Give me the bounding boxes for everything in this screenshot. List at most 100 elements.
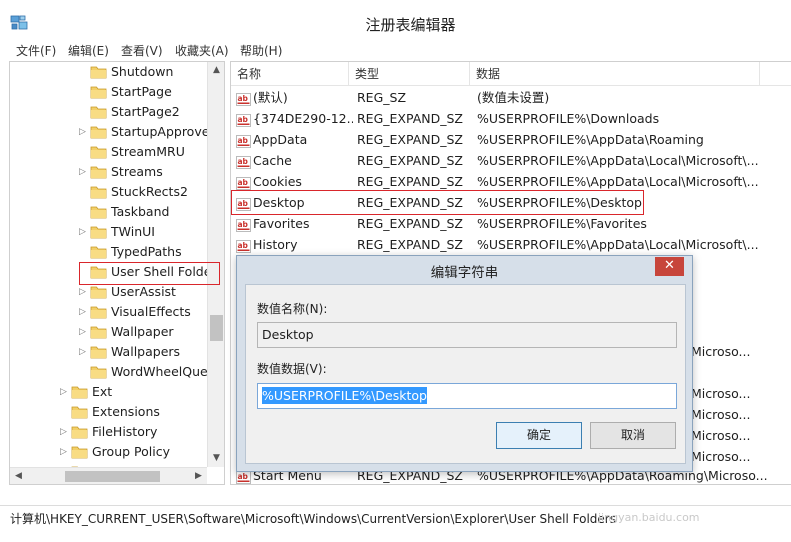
value-data-input[interactable]: %USERPROFILE%\Desktop [257, 383, 677, 409]
folder-icon [90, 85, 107, 99]
value-type: REG_EXPAND_SZ [357, 153, 463, 168]
edit-string-dialog: 编辑字符串 ✕ 数值名称(N): Desktop 数值数据(V): %USERP… [236, 255, 693, 472]
folder-icon [90, 65, 107, 79]
tree-item-label: StartupApproved [111, 124, 218, 139]
menu-view[interactable]: 查看(V) [121, 42, 163, 59]
value-type: REG_SZ [357, 90, 407, 105]
list-row[interactable]: ab (默认) REG_SZ (数值未设置) [231, 87, 791, 108]
scroll-thumb[interactable] [65, 471, 160, 482]
scroll-thumb[interactable] [210, 315, 223, 341]
string-value-icon: ab [236, 133, 251, 148]
cancel-button[interactable]: 取消 [590, 422, 676, 449]
title-bar: 注册表编辑器 [0, 0, 791, 40]
list-row-fragment: ,Microso... [687, 386, 751, 401]
list-row-fragment: ,Microso... [687, 428, 751, 443]
value-name: Favorites [253, 216, 310, 231]
tree-item-label: Group Policy [92, 444, 170, 459]
value-type: REG_EXPAND_SZ [357, 174, 463, 189]
ok-button[interactable]: 确定 [496, 422, 582, 449]
tree-item-label: VisualEffects [111, 304, 191, 319]
expand-arrow-icon[interactable]: ▷ [79, 302, 89, 322]
folder-icon [90, 245, 107, 259]
menu-help[interactable]: 帮助(H) [240, 42, 282, 59]
expand-arrow-icon[interactable]: ▷ [79, 162, 89, 182]
string-value-icon: ab [236, 217, 251, 232]
folder-icon [90, 125, 107, 139]
value-data-label: 数值数据(V): [257, 362, 327, 376]
list-row[interactable]: ab Cache REG_EXPAND_SZ %USERPROFILE%\AppDat… [231, 150, 791, 171]
svg-text:ab: ab [238, 178, 249, 187]
list-row[interactable]: ab Cookies REG_EXPAND_SZ %USERPROFILE%\AppD… [231, 171, 791, 192]
list-row-fragment: ,Microso... [687, 449, 751, 464]
close-icon[interactable]: ✕ [655, 257, 684, 276]
string-value-icon: ab [236, 238, 251, 253]
scroll-right-icon[interactable]: ▶ [190, 468, 207, 484]
tree-item-label: UserAssist [111, 284, 176, 299]
expand-arrow-icon[interactable]: ▷ [60, 422, 70, 442]
folder-icon [90, 345, 107, 359]
expand-arrow-icon[interactable]: ▷ [60, 442, 70, 462]
folder-icon [90, 185, 107, 199]
list-row[interactable]: ab History REG_EXPAND_SZ %USERPROFILE%\AppD… [231, 234, 791, 255]
column-type[interactable]: 类型 [349, 62, 470, 86]
tree-horizontal-scrollbar[interactable]: ◀ ▶ [10, 467, 207, 484]
value-data: %USERPROFILE%\AppData\Local\Microsoft\..… [477, 174, 759, 189]
dialog-body: 数值名称(N): Desktop 数值数据(V): %USERPROFILE%\… [245, 284, 686, 464]
dialog-title: 编辑字符串 [430, 265, 499, 281]
expand-arrow-icon[interactable]: ▷ [79, 122, 89, 142]
tree-item-label: Ext [92, 384, 113, 399]
tree-item-label: Taskband [111, 204, 170, 219]
tree-item-label: StreamMRU [111, 144, 185, 159]
value-data: %USERPROFILE%\Downloads [477, 111, 660, 126]
tree-item-label: Shutdown [111, 64, 174, 79]
folder-icon [71, 445, 88, 459]
value-name: Cookies [253, 174, 302, 189]
value-name: (默认) [253, 90, 288, 105]
folder-icon [71, 385, 88, 399]
folder-icon [90, 365, 107, 379]
folder-icon [71, 405, 88, 419]
value-data: (数值未设置) [477, 90, 550, 105]
list-row[interactable]: ab {374DE290-12... REG_EXPAND_SZ %USERPROFI… [231, 108, 791, 129]
value-type: REG_EXPAND_SZ [357, 111, 463, 126]
folder-icon [90, 225, 107, 239]
expand-arrow-icon[interactable]: ▷ [79, 282, 89, 302]
menu-edit[interactable]: 编辑(E) [68, 42, 109, 59]
expand-arrow-icon[interactable]: ▷ [60, 382, 70, 402]
list-row[interactable]: ab AppData REG_EXPAND_SZ %USERPROFILE%\AppD… [231, 129, 791, 150]
tree-item-label: StartPage [111, 84, 172, 99]
tree-item-label: WordWheelQuery [111, 364, 221, 379]
svg-text:ab: ab [238, 241, 249, 250]
tree-item-label: StuckRects2 [111, 184, 188, 199]
scroll-up-icon[interactable]: ▲ [208, 62, 224, 79]
folder-icon [90, 165, 107, 179]
tree-item-label: TWinUI [111, 224, 155, 239]
folder-icon [90, 285, 107, 299]
tree-item-label: Wallpapers [111, 344, 181, 359]
expand-arrow-icon[interactable]: ▷ [79, 342, 89, 362]
string-value-icon: ab [236, 175, 251, 190]
list-header: 名称 类型 数据 [231, 62, 791, 86]
tree-item-label: Wallpaper [111, 324, 174, 339]
value-type: REG_EXPAND_SZ [357, 216, 463, 231]
column-data[interactable]: 数据 [470, 62, 760, 86]
value-name-field: Desktop [257, 322, 677, 348]
list-row[interactable]: ab Favorites REG_EXPAND_SZ %USERPROFILE%\Fa… [231, 213, 791, 234]
tree-item-label: TypedPaths [111, 244, 182, 259]
value-data: %USERPROFILE%\AppData\Local\Microsoft\..… [477, 153, 759, 168]
tree-item-label: StartPage2 [111, 104, 180, 119]
column-name[interactable]: 名称 [231, 62, 349, 86]
menu-file[interactable]: 文件(F) [16, 42, 56, 59]
string-value-icon: ab [236, 154, 251, 169]
scroll-left-icon[interactable]: ◀ [10, 468, 27, 484]
folder-icon [90, 145, 107, 159]
value-data-selection[interactable]: %USERPROFILE%\Desktop [262, 387, 427, 404]
folder-icon [90, 105, 107, 119]
menu-bar: 文件(F) 编辑(E) 查看(V) 收藏夹(A) 帮助(H) [0, 40, 791, 60]
menu-favorites[interactable]: 收藏夹(A) [175, 42, 229, 59]
expand-arrow-icon[interactable]: ▷ [79, 222, 89, 242]
desktop-row-highlight-box [231, 190, 644, 215]
svg-text:ab: ab [238, 472, 249, 481]
expand-arrow-icon[interactable]: ▷ [79, 322, 89, 342]
scroll-down-icon[interactable]: ▼ [208, 450, 224, 467]
